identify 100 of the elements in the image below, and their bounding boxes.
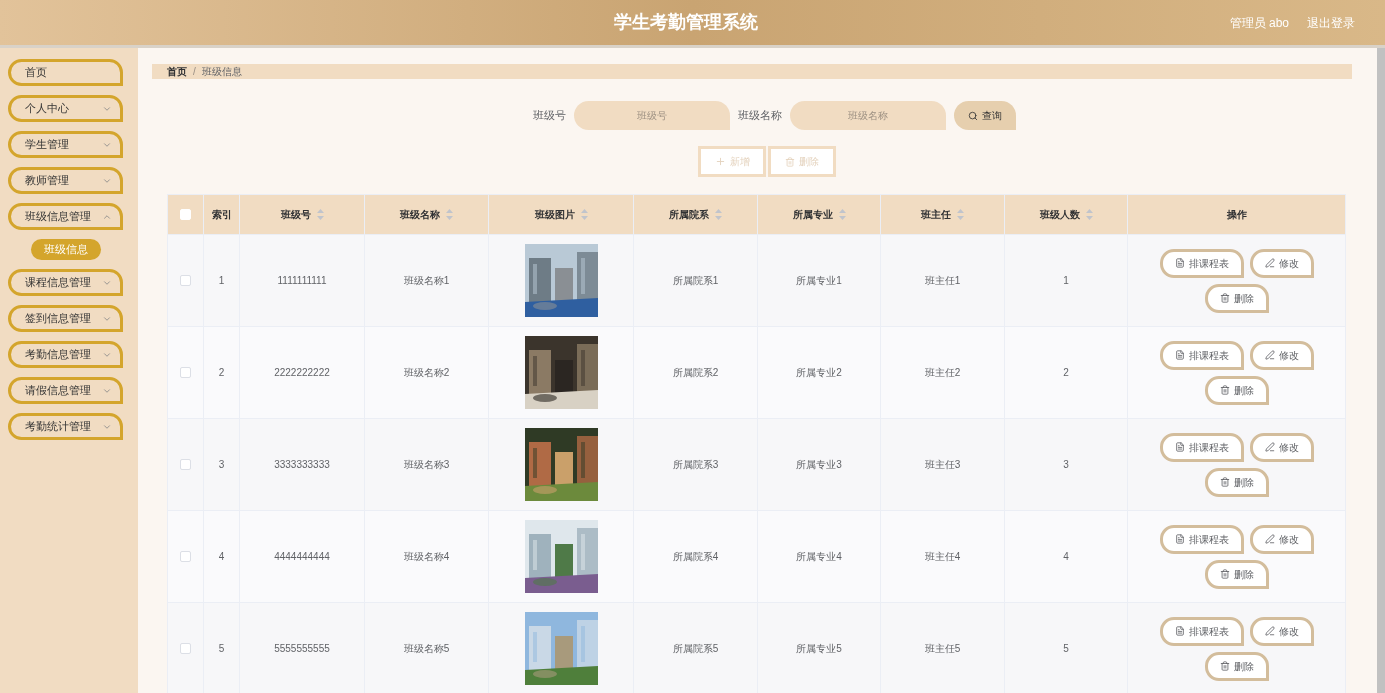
trash-icon <box>1219 385 1230 395</box>
table-cell: 所属专业5 <box>796 643 842 654</box>
checkbox[interactable] <box>180 459 191 470</box>
table-cell: 1 <box>218 275 225 286</box>
table-cell: 2 <box>218 367 225 378</box>
document-icon <box>1174 258 1185 268</box>
edit-button[interactable]: 修改 <box>1249 616 1314 646</box>
table-cell: 所属专业4 <box>796 551 842 562</box>
sort-icon[interactable] <box>1085 209 1093 220</box>
app-title: 学生考勤管理系统 <box>613 11 758 34</box>
edit-button[interactable]: 修改 <box>1249 432 1314 462</box>
menu-item[interactable]: 学生管理 <box>8 131 123 158</box>
trash-icon <box>1219 661 1230 671</box>
schedule-button[interactable]: 排课程表 <box>1159 432 1244 462</box>
search-field[interactable]: 班级名称 <box>790 101 946 130</box>
edit-button[interactable]: 修改 <box>1249 524 1314 554</box>
breadcrumb-item: 班级信息 <box>201 65 242 79</box>
table-cell: 2222222222 <box>274 367 330 378</box>
sort-icon[interactable] <box>957 209 964 220</box>
table-cell: 所属院系2 <box>672 367 719 378</box>
document-icon <box>1174 534 1185 544</box>
search-field[interactable]: 班级号 <box>574 101 730 130</box>
checkbox[interactable] <box>180 367 191 378</box>
menu-item[interactable]: 请假信息管理 <box>8 377 123 404</box>
sort-icon[interactable] <box>838 209 846 220</box>
pen-icon <box>1264 258 1275 268</box>
checkbox[interactable] <box>180 275 191 286</box>
table-cell: 班主任5 <box>924 643 961 654</box>
table-cell: 班级名称4 <box>403 551 450 562</box>
table-cell: 1111111111 <box>277 275 327 286</box>
trash-icon <box>1219 477 1230 487</box>
table-cell: 所属院系3 <box>672 459 719 470</box>
table-cell: 4 <box>218 551 225 562</box>
table-cell: 所属院系1 <box>672 275 719 286</box>
table-cell: 3 <box>218 459 225 470</box>
menu-item[interactable]: 签到信息管理 <box>8 305 123 332</box>
field-label: 班级号 <box>533 108 566 124</box>
sort-icon[interactable] <box>715 209 722 220</box>
checkbox[interactable] <box>180 551 191 562</box>
schedule-button[interactable]: 排课程表 <box>1159 524 1244 554</box>
menu-item[interactable]: 首页 <box>8 59 123 86</box>
edit-button[interactable]: 修改 <box>1249 340 1314 370</box>
menu-item[interactable]: 课程信息管理 <box>8 269 123 296</box>
table-cell: 班级名称5 <box>403 643 450 654</box>
table-cell: 所属院系5 <box>672 643 719 654</box>
table-cell: 所属院系4 <box>672 551 719 562</box>
document-icon <box>1174 442 1185 452</box>
trash-icon <box>1219 569 1230 579</box>
menu-item[interactable]: 考勤统计管理 <box>8 413 123 440</box>
pen-icon <box>1264 534 1275 544</box>
sort-icon[interactable] <box>316 209 324 220</box>
menu-item[interactable]: 个人中心 <box>8 95 123 122</box>
table-cell: 4444444444 <box>274 551 330 562</box>
table-cell: 5 <box>1063 643 1069 654</box>
breadcrumb-separator: / <box>193 65 196 79</box>
schedule-button[interactable]: 排课程表 <box>1159 248 1244 278</box>
table-cell: 所属专业3 <box>796 459 842 470</box>
table-cell: 所属专业1 <box>796 275 842 286</box>
menu-item[interactable]: 班级信息管理 <box>8 203 123 230</box>
document-icon <box>1174 350 1185 360</box>
pen-icon <box>1264 350 1275 360</box>
table-cell: 3333333333 <box>274 459 330 470</box>
table-cell: 班主任3 <box>924 459 961 470</box>
document-icon <box>1174 626 1185 636</box>
delete-button[interactable]: 删除 <box>1204 283 1269 313</box>
trash-icon <box>785 156 795 167</box>
column-header: 索引 <box>210 208 233 222</box>
sort-icon[interactable] <box>580 209 588 220</box>
scrollbar[interactable] <box>1377 48 1385 693</box>
menu-item[interactable]: 教师管理 <box>8 167 123 194</box>
checkbox[interactable] <box>180 643 191 654</box>
schedule-button[interactable]: 排课程表 <box>1159 340 1244 370</box>
search-button[interactable]: 查询 <box>954 101 1016 130</box>
pen-icon <box>1264 626 1275 636</box>
table-cell: 5555555555 <box>274 643 330 654</box>
plus-icon <box>714 156 726 167</box>
trash-icon <box>1219 293 1230 303</box>
menu-item[interactable]: 考勤信息管理 <box>8 341 123 368</box>
table-cell: 5 <box>218 643 225 654</box>
delete-button[interactable]: 删除 <box>1204 467 1269 497</box>
table-cell: 3 <box>1063 459 1069 470</box>
table-cell: 班级名称3 <box>403 459 450 470</box>
table-cell: 班主任2 <box>924 367 961 378</box>
user-name: 管理员 abo <box>1229 14 1289 32</box>
schedule-button[interactable]: 排课程表 <box>1159 616 1244 646</box>
search-icon <box>968 110 978 121</box>
breadcrumb-item[interactable]: 首页 <box>167 64 187 79</box>
delete-button[interactable]: 删除 <box>1204 375 1269 405</box>
table-cell: 4 <box>1063 551 1069 562</box>
column-header: 操作 <box>1225 208 1248 222</box>
table-cell: 所属专业2 <box>796 367 842 378</box>
table-cell: 2 <box>1063 367 1069 378</box>
table-cell: 班级名称1 <box>403 275 450 286</box>
table-cell: 班级名称2 <box>403 367 450 378</box>
delete-button[interactable]: 删除 <box>1204 651 1269 681</box>
delete-button[interactable]: 删除 <box>1204 559 1269 589</box>
sort-icon[interactable] <box>446 209 453 220</box>
table-cell: 班主任1 <box>924 275 961 286</box>
pen-icon <box>1264 442 1275 452</box>
edit-button[interactable]: 修改 <box>1249 248 1314 278</box>
